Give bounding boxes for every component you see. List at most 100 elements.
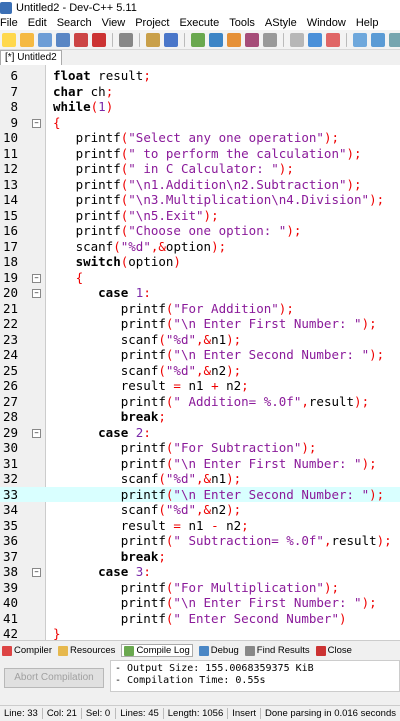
code-line[interactable]: 16 printf("Choose one option: "); — [0, 223, 400, 239]
code-line[interactable]: 8 while(1) — [0, 99, 400, 115]
new-project-icon[interactable] — [353, 32, 367, 47]
code-line[interactable]: 22 printf("\n Enter First Number: "); — [0, 316, 400, 332]
code-line[interactable]: 27 printf(" Addition= %.0f",result); — [0, 394, 400, 410]
chart-icon[interactable] — [308, 32, 322, 47]
menu-view[interactable]: View — [102, 17, 126, 29]
code-line[interactable]: 18 switch(option) — [0, 254, 400, 270]
fold-toggle-icon[interactable]: − — [32, 273, 41, 283]
toolbar-separator — [184, 32, 185, 47]
code-line[interactable]: 9 − { — [0, 115, 400, 131]
new-file-icon[interactable] — [2, 32, 16, 47]
code-line[interactable]: 14 printf("\n3.Multiplication\n4.Divisio… — [0, 192, 400, 208]
undo-icon[interactable] — [146, 32, 160, 47]
code-text: printf("\n Enter Second Number: "); — [53, 347, 385, 362]
code-line[interactable]: 23 scanf("%d",&n1); — [0, 332, 400, 348]
redo-icon[interactable] — [164, 32, 178, 47]
compile-log-output[interactable]: - Output Size: 155.0068359375 KiB - Comp… — [110, 660, 400, 692]
add-to-project-icon[interactable] — [389, 32, 400, 47]
tab-compiler[interactable]: Compiler — [2, 645, 52, 656]
code-line[interactable]: 12 printf(" in C Calculator: "); — [0, 161, 400, 177]
code-line[interactable]: 29 − case 2: — [0, 425, 400, 441]
resources-icon — [58, 645, 69, 656]
code-line[interactable]: 24 printf("\n Enter Second Number: "); — [0, 347, 400, 363]
code-text: printf(" Addition= %.0f",result); — [53, 393, 370, 409]
line-number: 37 — [2, 548, 18, 564]
code-line[interactable]: 26 result = n1 + n2; — [0, 378, 400, 394]
code-line[interactable]: 41 printf(" Enter Second Number") — [0, 611, 400, 627]
tab-debug[interactable]: Debug — [198, 645, 239, 656]
close-file-icon[interactable] — [74, 32, 88, 47]
fold-toggle-icon[interactable]: − — [32, 428, 41, 438]
tab-close[interactable]: Close — [315, 645, 352, 656]
line-number: 8 — [10, 99, 18, 114]
code-line[interactable]: 17 scanf("%d",&option); — [0, 239, 400, 255]
check-syntax-icon[interactable] — [263, 32, 277, 47]
code-line[interactable]: 32 scanf("%d",&n1); — [0, 471, 400, 487]
fold-toggle-icon[interactable]: − — [32, 118, 41, 128]
code-line[interactable]: 37 break; — [0, 549, 400, 565]
stop-icon[interactable] — [290, 32, 304, 47]
code-text: printf("\n Enter First Number: "); — [53, 316, 377, 331]
code-line[interactable]: 6 float result; — [0, 68, 400, 84]
compile-run-icon[interactable] — [227, 32, 241, 47]
code-text: scanf("%d",&n1); — [53, 471, 242, 486]
open-project-icon[interactable] — [371, 32, 385, 47]
print-icon[interactable] — [119, 32, 133, 47]
menu-tools[interactable]: Tools — [229, 17, 255, 29]
code-line[interactable]: 31 printf("\n Enter First Number: "); — [0, 456, 400, 472]
status-col: Col: 21 — [43, 708, 82, 719]
menu-project[interactable]: Project — [135, 17, 169, 29]
fold-toggle-icon[interactable]: − — [32, 289, 41, 298]
code-line[interactable]: 42} — [0, 626, 400, 640]
code-line[interactable]: 21 printf("For Addition"); — [0, 301, 400, 317]
menu-bar: File Edit Search View Project Execute To… — [0, 15, 400, 30]
rebuild-icon[interactable] — [245, 32, 259, 47]
save-icon[interactable] — [38, 32, 52, 47]
menu-help[interactable]: Help — [356, 17, 379, 29]
code-editor[interactable]: 6 float result; 7 char ch; 8 while(1) 9 − {10 pr… — [0, 65, 400, 640]
status-message: Done parsing in 0.016 seconds — [265, 708, 396, 719]
code-line[interactable]: 11 printf(" to perform the calculation")… — [0, 146, 400, 162]
menu-window[interactable]: Window — [307, 17, 346, 29]
line-number: 35 — [2, 517, 18, 533]
compile-icon[interactable] — [191, 32, 205, 47]
tab-untitled2[interactable]: [*] Untitled2 — [0, 50, 62, 65]
tab-find-results[interactable]: Find Results — [244, 645, 310, 656]
abort-compilation-button[interactable]: Abort Compilation — [4, 668, 104, 688]
compile-log-panel: Abort Compilation - Output Size: 155.006… — [0, 660, 400, 705]
code-line[interactable]: 19 − { — [0, 270, 400, 286]
debug-icon[interactable] — [326, 32, 340, 47]
tab-resources[interactable]: Resources — [58, 645, 115, 656]
toolbar-separator — [283, 32, 284, 47]
code-line[interactable]: 38 − case 3: — [0, 564, 400, 580]
code-line[interactable]: 34 scanf("%d",&n2); — [0, 502, 400, 518]
code-line[interactable]: 20 − case 1: — [0, 285, 400, 301]
code-line[interactable]: 10 printf("Select any one operation"); — [0, 130, 400, 146]
code-line[interactable]: 40 printf("\n Enter First Number: "); — [0, 595, 400, 611]
line-number: 24 — [2, 347, 18, 362]
code-line[interactable]: 13 printf("\n1.Addition\n2.Subtraction")… — [0, 177, 400, 193]
code-line[interactable]: 15 printf("\n5.Exit"); — [0, 208, 400, 224]
menu-edit[interactable]: Edit — [28, 17, 47, 29]
menu-astyle[interactable]: AStyle — [265, 17, 297, 29]
code-line[interactable]: 35 result = n1 - n2; — [0, 518, 400, 534]
code-line[interactable]: 7 char ch; — [0, 84, 400, 100]
code-line[interactable]: 25 scanf("%d",&n2); — [0, 363, 400, 379]
code-line[interactable]: 28 break; — [0, 409, 400, 425]
menu-execute[interactable]: Execute — [179, 17, 219, 29]
menu-file[interactable]: File — [0, 17, 18, 29]
code-line[interactable]: 36 printf(" Subtraction= %.0f",result); — [0, 533, 400, 549]
menu-search[interactable]: Search — [57, 17, 92, 29]
code-text: printf("\n1.Addition\n2.Subtraction"); — [53, 176, 362, 192]
tab-compile-log[interactable]: Compile Log — [121, 644, 193, 657]
open-folder-icon[interactable] — [20, 32, 34, 47]
fold-toggle-icon[interactable]: − — [32, 568, 41, 577]
close-all-icon[interactable] — [92, 32, 106, 47]
code-line[interactable]: 30 printf("For Subtraction"); — [0, 440, 400, 456]
save-all-icon[interactable] — [56, 32, 70, 47]
log-line: - Compilation Time: 0.55s — [115, 675, 266, 686]
code-line[interactable]: 33 printf("\n Enter Second Number: "); — [0, 486, 400, 502]
code-line[interactable]: 39 printf("For Multiplication"); — [0, 580, 400, 596]
run-icon[interactable] — [209, 32, 223, 47]
line-number: 42 — [2, 626, 18, 640]
